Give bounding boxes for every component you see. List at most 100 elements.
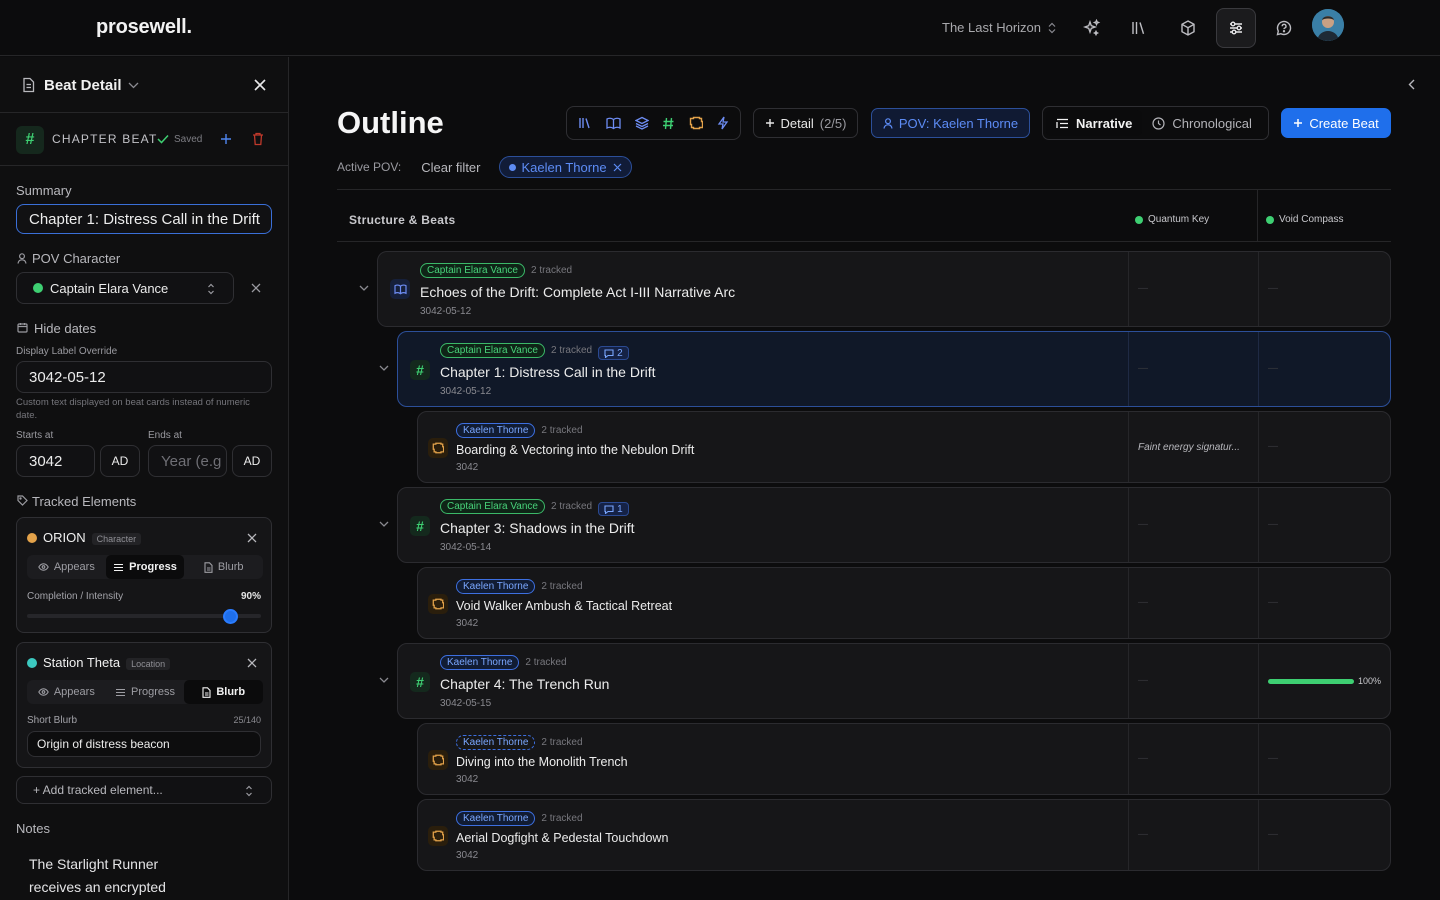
beat-card-scene[interactable]: Kaelen Thorne 2 tracked Boarding & Vector… — [417, 411, 1391, 483]
empty-cell[interactable]: — — [1268, 363, 1278, 374]
starts-era-toggle[interactable]: AD — [100, 445, 140, 477]
add-tracked-element-select[interactable]: + Add tracked element... — [16, 776, 272, 804]
pov-label: POV Character — [32, 251, 121, 266]
tab-blurb[interactable]: Blurb — [184, 680, 264, 704]
lightning-icon[interactable] — [717, 116, 729, 130]
summary-input[interactable]: Chapter 1: Distress Call in the Drift — [16, 204, 272, 234]
remove-element-icon[interactable] — [247, 658, 257, 668]
column-quantum-key[interactable]: Quantum Key — [1135, 214, 1209, 225]
element-type-tag: Character — [91, 532, 142, 545]
pov-badge: Kaelen Thorne — [456, 579, 536, 594]
pov-filter-chip[interactable]: Kaelen Thorne — [498, 156, 632, 178]
clear-filter-link[interactable]: Clear filter — [421, 160, 480, 175]
empty-cell[interactable]: — — [1268, 519, 1278, 530]
eye-icon — [38, 688, 49, 696]
tracked-count: 2 tracked — [550, 345, 593, 356]
view-narrative-tab[interactable]: Narrative — [1046, 110, 1143, 136]
display-label-input[interactable]: 3042-05-12 — [16, 361, 272, 393]
beat-card-arc[interactable]: Captain Elara Vance 2 tracked Echoes of t… — [377, 251, 1391, 327]
progress-bar[interactable] — [1268, 679, 1354, 684]
empty-cell[interactable]: — — [1268, 441, 1278, 452]
display-label-help: Custom text displayed on beat cards inst… — [16, 397, 250, 421]
element-color-dot — [27, 533, 37, 543]
comment-count-chip[interactable]: 1 — [598, 502, 629, 516]
beat-card-chapter-1[interactable]: # Captain Elara Vance 2 tracked 2 Chapter … — [397, 331, 1391, 407]
user-avatar[interactable] — [1312, 9, 1344, 41]
chevron-down-icon[interactable] — [128, 82, 139, 89]
empty-cell[interactable]: — — [1268, 283, 1278, 294]
hide-dates-toggle[interactable]: Hide dates — [34, 321, 96, 336]
hash-icon[interactable] — [662, 117, 675, 130]
metric-label: Completion / Intensity — [27, 591, 124, 602]
empty-cell[interactable]: — — [1268, 829, 1278, 840]
collapse-chevron-icon[interactable] — [359, 285, 369, 292]
calendar-icon — [17, 323, 28, 333]
column-void-compass[interactable]: Void Compass — [1266, 214, 1343, 225]
detail-level-button[interactable]: Detail (2/5) — [753, 108, 858, 138]
intensity-slider-thumb[interactable] — [223, 609, 238, 624]
notes-editor[interactable]: The Starlight Runner receives an encrypt… — [29, 853, 166, 899]
empty-cell[interactable]: — — [1138, 753, 1148, 764]
tracked-element-card: ORION Character Appears Progress Blurb Co… — [16, 517, 272, 633]
create-beat-button[interactable]: Create Beat — [1281, 108, 1391, 138]
beat-date: 3042 — [456, 850, 479, 861]
empty-cell[interactable]: — — [1268, 597, 1278, 608]
empty-cell[interactable]: — — [1138, 829, 1148, 840]
settings-sliders-icon[interactable] — [1216, 8, 1256, 48]
hash-icon: # — [410, 360, 430, 380]
clock-icon — [1152, 116, 1165, 130]
sparkle-icon[interactable] — [1080, 16, 1104, 40]
help-icon[interactable] — [1272, 16, 1296, 40]
cell-note[interactable]: Faint energy signatur... — [1138, 442, 1240, 453]
ends-year-input[interactable]: Year (e.g — [148, 445, 227, 477]
remove-chip-icon[interactable] — [613, 163, 622, 172]
trash-icon[interactable] — [252, 132, 264, 146]
library-icon[interactable] — [1127, 16, 1151, 40]
beat-card-scene[interactable]: Kaelen Thorne 2 tracked Void Walker Ambus… — [417, 567, 1391, 639]
ends-era-toggle[interactable]: AD — [232, 445, 272, 477]
tab-appears[interactable]: Appears — [27, 680, 106, 704]
empty-cell[interactable]: — — [1138, 675, 1148, 686]
empty-cell[interactable]: — — [1138, 283, 1148, 294]
element-name: Station Theta — [43, 655, 121, 670]
metric-label: Short Blurb — [27, 715, 78, 726]
tracked-count: 2 tracked — [541, 581, 583, 592]
comment-count-chip[interactable]: 2 — [598, 346, 629, 360]
progress-fill — [1268, 679, 1354, 684]
collapse-chevron-icon[interactable] — [379, 365, 389, 372]
book-icon[interactable] — [606, 117, 621, 130]
view-chronological-tab[interactable]: Chronological — [1142, 110, 1262, 136]
tab-progress[interactable]: Progress — [106, 680, 185, 704]
tab-blurb[interactable]: Blurb — [184, 555, 263, 579]
collapse-chevron-icon[interactable] — [379, 521, 389, 528]
library-icon[interactable] — [578, 116, 592, 130]
cube-icon[interactable] — [1176, 16, 1200, 40]
tab-appears[interactable]: Appears — [27, 555, 106, 579]
collapse-chevron-icon[interactable] — [379, 677, 389, 684]
project-switcher[interactable]: The Last Horizon — [942, 20, 1057, 35]
scene-icon[interactable] — [689, 116, 704, 130]
element-name: ORION — [43, 530, 86, 545]
beat-card-scene[interactable]: Kaelen Thorne 2 tracked Aerial Dogfight &… — [417, 799, 1391, 871]
empty-cell[interactable]: — — [1268, 753, 1278, 764]
tab-progress[interactable]: Progress — [105, 555, 185, 579]
starts-year-input[interactable]: 3042 — [16, 445, 95, 477]
blurb-input[interactable]: Origin of distress beacon — [27, 731, 261, 757]
beat-card-chapter-4[interactable]: # Kaelen Thorne 2 tracked Chapter 4: The … — [397, 643, 1391, 719]
empty-cell[interactable]: — — [1138, 519, 1148, 530]
chevron-left-icon[interactable] — [1408, 79, 1415, 90]
pov-filter-button[interactable]: POV: Kaelen Thorne — [871, 108, 1030, 138]
close-icon[interactable] — [254, 79, 266, 91]
beat-card-scene[interactable]: Kaelen Thorne 2 tracked Diving into the M… — [417, 723, 1391, 795]
empty-cell[interactable]: — — [1138, 363, 1148, 374]
beat-card-chapter-3[interactable]: # Captain Elara Vance 2 tracked 1 Chapter … — [397, 487, 1391, 563]
beat-date: 3042-05-14 — [440, 542, 492, 553]
add-icon[interactable] — [220, 133, 232, 145]
layers-icon[interactable] — [634, 116, 649, 130]
remove-element-icon[interactable] — [247, 533, 257, 543]
metric-value: 90% — [240, 591, 261, 602]
app-logo[interactable]: prosewell. — [96, 16, 192, 39]
empty-cell[interactable]: — — [1138, 597, 1148, 608]
clear-pov-icon[interactable] — [251, 283, 261, 293]
pov-select[interactable]: Captain Elara Vance — [16, 272, 234, 304]
